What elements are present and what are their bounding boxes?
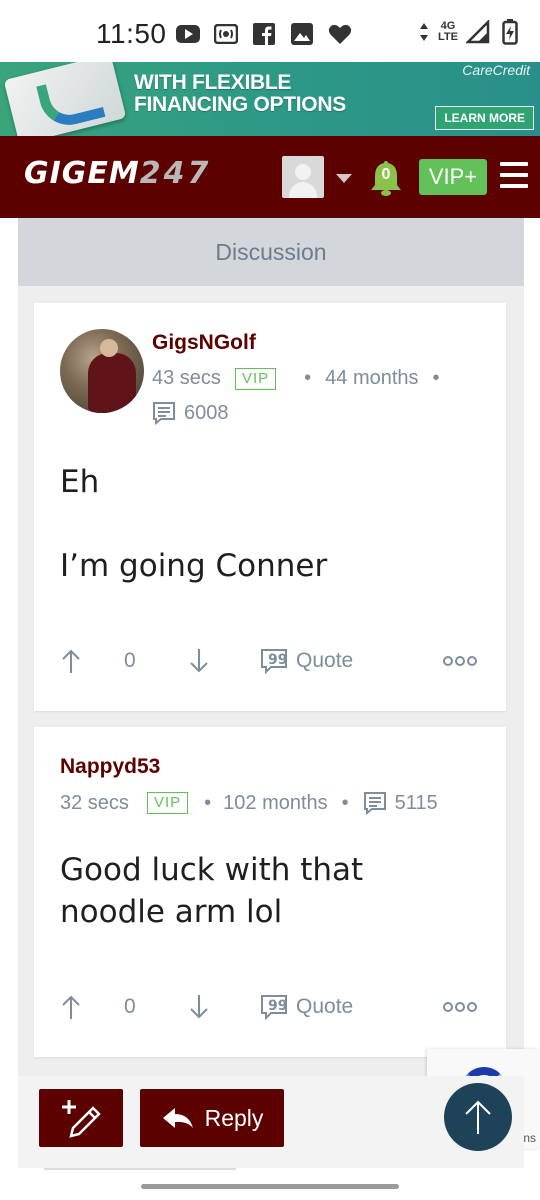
- recaptcha-text: ns: [523, 1131, 536, 1145]
- site-header: GIGEM247 0 VIP+: [0, 136, 540, 218]
- compose-icon: [62, 1100, 101, 1138]
- post-text-line: Eh: [60, 464, 100, 500]
- membership-length: 102 months: [223, 791, 328, 814]
- quote-icon: 99: [261, 649, 287, 674]
- quote-label: Quote: [296, 649, 354, 672]
- ad-brand: CareCredit: [462, 62, 530, 78]
- quote-icon: 99: [261, 995, 287, 1020]
- downvote-button[interactable]: [188, 994, 210, 1020]
- arrow-down-icon: [190, 649, 208, 673]
- downvote-button[interactable]: [188, 648, 210, 674]
- user-post-count: 5115: [394, 791, 438, 814]
- vote-count: 0: [124, 995, 136, 1018]
- comment-icon: [152, 401, 176, 425]
- scroll-to-top-button[interactable]: [444, 1083, 512, 1151]
- upvote-button[interactable]: [60, 648, 82, 674]
- signal-icon: [466, 20, 490, 44]
- vip-badge: VIP: [234, 367, 277, 390]
- battery-icon: [498, 19, 522, 45]
- upvote-button[interactable]: [60, 994, 82, 1020]
- arrow-up-icon: [62, 649, 80, 673]
- user-post-count: 6008: [184, 401, 229, 424]
- post-time[interactable]: 32 secs: [60, 792, 129, 815]
- notification-count: 0: [381, 166, 391, 183]
- post-username[interactable]: GigsNGolf: [152, 331, 256, 355]
- quote-button[interactable]: 99 Quote: [260, 648, 353, 674]
- post-text-line: Good luck with that: [60, 852, 364, 888]
- ad-headline-line-2: FINANCING OPTIONS: [134, 93, 346, 116]
- post-body: Eh I’m going Conner: [60, 461, 327, 587]
- logo-text: GIGEM: [24, 156, 140, 191]
- data-arrows-icon: [418, 20, 430, 44]
- arrow-up-icon: [62, 995, 80, 1019]
- arrow-down-icon: [190, 995, 208, 1019]
- more-options-button[interactable]: [442, 1001, 478, 1013]
- reply-button[interactable]: Reply: [140, 1089, 284, 1147]
- svg-text:99: 99: [268, 652, 287, 668]
- more-icon: [443, 1002, 477, 1012]
- membership-length: 44 months: [325, 367, 419, 389]
- post-actions: 0 99 Quote: [58, 991, 484, 1023]
- separator-dot: •: [341, 791, 349, 814]
- svg-text:99: 99: [268, 998, 287, 1014]
- youtube-icon: [176, 22, 200, 46]
- post-body: Good luck with that noodle arm lol: [60, 849, 363, 933]
- post-time[interactable]: 43 secs: [152, 367, 221, 390]
- menu-icon[interactable]: [500, 162, 528, 188]
- post-actions: 0 99 Quote: [58, 645, 484, 677]
- discussion-header: Discussion: [18, 218, 524, 286]
- new-post-button[interactable]: [39, 1089, 123, 1147]
- vote-count: 0: [124, 649, 136, 672]
- more-icon: [443, 656, 477, 666]
- status-time: 11:50: [96, 18, 167, 49]
- post-text-line: noodle arm lol: [60, 894, 283, 930]
- logo-number: 247: [139, 156, 212, 191]
- divider: [44, 1168, 236, 1170]
- separator-dot: •: [304, 367, 312, 389]
- facebook-icon: [252, 22, 276, 46]
- discussion-title: Discussion: [215, 238, 327, 265]
- post-card: GigsNGolf 43 secs VIP • 44 months • 6008…: [34, 303, 506, 711]
- notifications-button[interactable]: 0: [366, 158, 406, 198]
- post-count-row: 6008: [152, 401, 229, 425]
- credit-card-image: [3, 62, 127, 136]
- ad-headline-line-1: WITH FLEXIBLE: [134, 71, 292, 94]
- status-icons-right: 4G LTE: [418, 19, 522, 45]
- user-avatar[interactable]: [282, 156, 324, 198]
- separator-dot: •: [432, 367, 440, 389]
- comment-icon: [363, 791, 387, 815]
- vip-badge: VIP: [146, 792, 189, 814]
- post-card: Nappyd53 32 secs VIP • 102 months • 5115…: [34, 727, 506, 1057]
- chevron-down-icon[interactable]: [336, 174, 352, 183]
- arrow-up-icon: [465, 1100, 491, 1134]
- ad-learn-more-button[interactable]: LEARN MORE: [435, 106, 534, 130]
- reply-arrow-icon: [162, 1108, 193, 1128]
- home-indicator[interactable]: [141, 1184, 399, 1189]
- gallery-icon: [290, 22, 314, 46]
- heart-icon: [328, 22, 352, 46]
- network-label: 4G LTE: [438, 20, 458, 43]
- ad-headline: WITH FLEXIBLE FINANCING OPTIONS: [134, 72, 346, 116]
- user-photo[interactable]: [60, 329, 144, 413]
- post-meta: 43 secs VIP • 44 months •: [152, 367, 454, 390]
- quote-label: Quote: [296, 995, 354, 1018]
- post-meta: 32 secs VIP • 102 months • 5115: [60, 791, 438, 815]
- radio-icon: [214, 22, 238, 46]
- status-icons-left: [176, 22, 352, 46]
- post-text-line: I’m going Conner: [60, 548, 328, 584]
- quote-button[interactable]: 99 Quote: [260, 994, 353, 1020]
- ad-banner[interactable]: WITH FLEXIBLE FINANCING OPTIONS CareCred…: [0, 62, 540, 136]
- site-logo[interactable]: GIGEM247: [24, 156, 211, 191]
- status-bar: 11:50 4G LTE: [0, 0, 540, 62]
- post-username[interactable]: Nappyd53: [60, 755, 160, 779]
- reply-label: Reply: [204, 1104, 264, 1131]
- separator-dot: •: [204, 791, 212, 814]
- more-options-button[interactable]: [442, 655, 478, 667]
- vip-plus-button[interactable]: VIP+: [419, 159, 487, 195]
